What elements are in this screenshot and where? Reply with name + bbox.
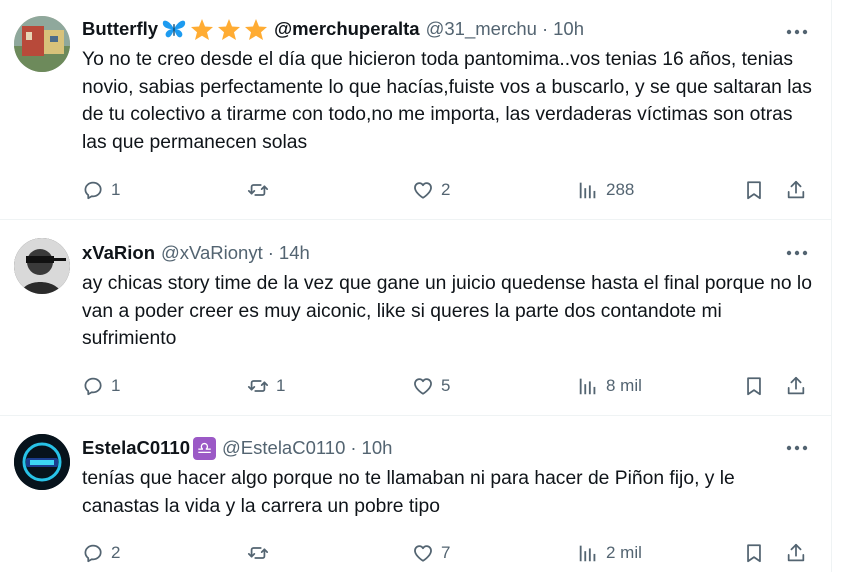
bookmark-button[interactable] [743, 176, 765, 204]
avatar-image [14, 238, 70, 294]
tweet-text: Yo no te creo desde el día que hicieron … [82, 49, 812, 153]
reply-icon [84, 544, 102, 563]
user-handle[interactable]: @31_merchu [426, 18, 537, 40]
heart-icon [414, 378, 432, 395]
heart-icon [414, 182, 432, 199]
more-dots-icon [786, 29, 808, 35]
share-button[interactable] [785, 176, 807, 204]
user-handle[interactable]: @xVaRionyt [161, 242, 263, 264]
tweet[interactable]: Butterfly @merchuperalta @31_merchu · 10… [0, 0, 831, 219]
reply-count: 2 [111, 543, 121, 562]
avatar[interactable] [14, 16, 70, 72]
display-name-suffix[interactable]: @merchuperalta [274, 18, 420, 40]
views-button[interactable]: 8 mil [577, 372, 642, 400]
star-icon [244, 18, 268, 41]
retweet-icon [247, 547, 269, 559]
retweet-icon [247, 184, 269, 196]
tweet-actions: 2 7 2 mil [82, 539, 822, 567]
views-chart-icon [579, 378, 596, 395]
separator-dot: · [350, 437, 357, 458]
avatar[interactable] [14, 238, 70, 294]
display-name[interactable]: Butterfly [82, 18, 158, 40]
more-dots-icon [786, 445, 808, 451]
reply-icon [84, 377, 102, 396]
libra-symbol: ♎ [196, 438, 213, 458]
butterfly-icon [161, 18, 187, 40]
views-count: 288 [606, 180, 635, 199]
share-icon [787, 376, 805, 395]
tweet-header: xVaRion @xVaRionyt · 14h [82, 240, 310, 266]
user-handle[interactable]: @EstelaC0110 [222, 437, 345, 459]
share-icon [787, 543, 805, 562]
retweet-button[interactable]: 1 [247, 372, 285, 400]
timestamp[interactable]: 14h [279, 242, 310, 264]
retweet-icon [247, 380, 269, 392]
share-button[interactable] [785, 539, 807, 567]
reply-button[interactable]: 1 [82, 372, 120, 400]
views-count: 8 mil [606, 376, 642, 395]
more-options-button[interactable] [783, 438, 811, 458]
like-count: 7 [441, 543, 451, 562]
bookmark-button[interactable] [743, 539, 765, 567]
reply-count: 1 [111, 180, 121, 199]
tweet[interactable]: EstelaC0110 ♎ @EstelaC0110 · 10h tenías … [0, 416, 831, 572]
tweet-text: tenías que hacer algo porque no te llama… [82, 468, 735, 517]
display-name[interactable]: xVaRion [82, 242, 155, 264]
more-dots-icon [786, 250, 808, 256]
reply-button[interactable]: 1 [82, 176, 120, 204]
avatar-image [14, 434, 70, 490]
timeline-right-border [831, 0, 832, 572]
avatar-image [14, 16, 70, 72]
like-count: 5 [441, 376, 451, 395]
separator-dot: · [541, 18, 549, 39]
retweet-button[interactable] [247, 539, 276, 567]
bookmark-icon [747, 544, 761, 563]
reply-icon [84, 181, 102, 200]
star-icon [217, 18, 241, 41]
bookmark-icon [747, 377, 761, 396]
reply-button[interactable]: 2 [82, 539, 120, 567]
separator-dot: · [267, 242, 274, 263]
more-options-button[interactable] [783, 22, 811, 42]
timestamp[interactable]: 10h [362, 437, 393, 459]
retweet-button[interactable] [247, 176, 276, 204]
tweet-text: ay chicas story time de la vez que gane … [82, 273, 812, 349]
tweet-actions: 1 1 5 8 mil [82, 372, 822, 400]
views-button[interactable]: 288 [577, 176, 634, 204]
share-button[interactable] [785, 372, 807, 400]
heart-icon [414, 545, 432, 562]
tweet[interactable]: xVaRion @xVaRionyt · 14h ay chicas story… [0, 220, 831, 415]
views-count: 2 mil [606, 543, 642, 562]
timestamp[interactable]: 10h [553, 18, 584, 40]
retweet-count: 1 [276, 376, 286, 395]
libra-icon: ♎ [193, 436, 217, 460]
star-icon [190, 18, 214, 41]
views-chart-icon [579, 545, 596, 562]
like-button[interactable]: 2 [412, 176, 450, 204]
bookmark-button[interactable] [743, 372, 765, 400]
views-chart-icon [579, 182, 596, 199]
like-button[interactable]: 7 [412, 539, 450, 567]
like-count: 2 [441, 180, 451, 199]
views-button[interactable]: 2 mil [577, 539, 642, 567]
share-icon [787, 180, 805, 199]
tweet-header: EstelaC0110 ♎ @EstelaC0110 · 10h [82, 435, 392, 461]
bookmark-icon [747, 181, 761, 200]
tweet-actions: 1 2 288 [82, 176, 822, 204]
more-options-button[interactable] [783, 243, 811, 263]
display-name[interactable]: EstelaC0110 [82, 437, 190, 459]
avatar[interactable] [14, 434, 70, 490]
reply-count: 1 [111, 376, 121, 395]
like-button[interactable]: 5 [412, 372, 450, 400]
tweet-header: Butterfly @merchuperalta @31_merchu · 10… [82, 16, 584, 42]
